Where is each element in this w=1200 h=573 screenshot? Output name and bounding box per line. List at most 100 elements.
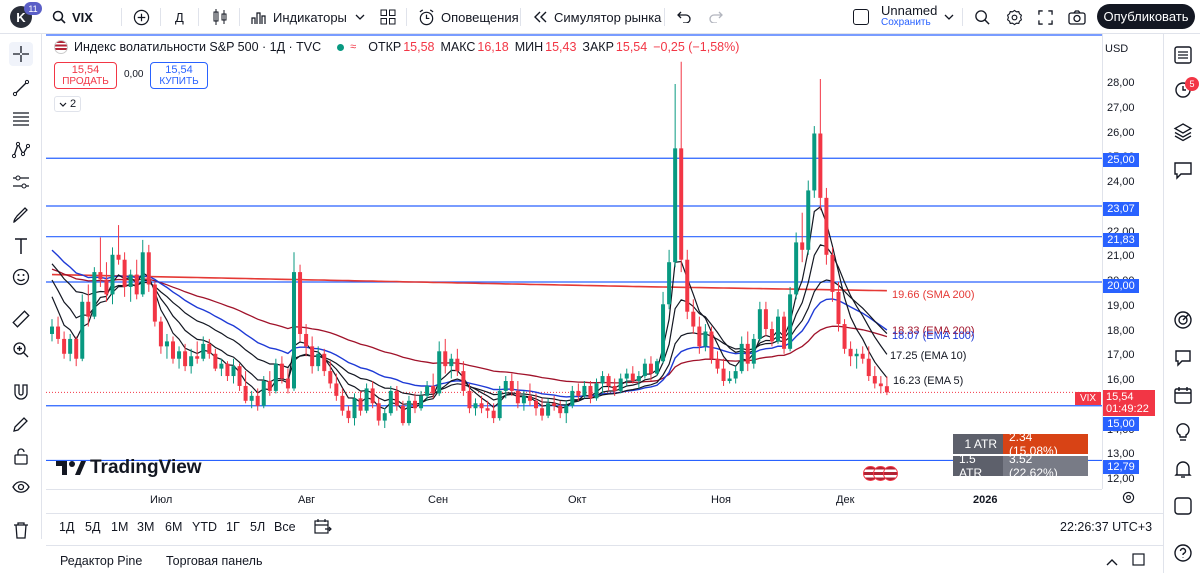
interval-button[interactable]: Д	[175, 0, 184, 34]
panel-expand-button[interactable]	[1106, 555, 1118, 569]
candle-body	[503, 381, 508, 391]
help-button[interactable]	[1171, 494, 1195, 518]
redo-button[interactable]	[709, 0, 723, 34]
candle-body	[237, 366, 242, 386]
goto-date-button[interactable]	[314, 518, 332, 537]
undo-button[interactable]	[677, 0, 691, 34]
hide-drawings-tool[interactable]	[9, 475, 33, 499]
price-axis-settings[interactable]	[1122, 491, 1135, 507]
candle-body	[691, 311, 696, 327]
lock-pencil-tool[interactable]	[9, 412, 33, 436]
price-label: 21,00	[1107, 250, 1135, 263]
magnet-tool[interactable]	[9, 380, 33, 404]
layout-dropdown[interactable]	[944, 0, 954, 34]
candle-body	[406, 400, 411, 424]
range-5y[interactable]: 5Л	[250, 520, 265, 534]
fib-lines-icon	[13, 112, 29, 126]
brush-tool[interactable]	[9, 203, 33, 227]
time-label-year: 2026	[973, 494, 998, 506]
candle-body	[413, 400, 417, 409]
candle-body	[515, 390, 520, 404]
time-axis[interactable]: Июл Авг Сен Окт Ноя Дек 2026	[46, 489, 1102, 509]
buy-button[interactable]: 15,54 КУПИТЬ	[150, 62, 208, 89]
layouts-button[interactable]	[380, 0, 396, 34]
sell-button[interactable]: 15,54 ПРОДАТЬ	[54, 62, 117, 89]
pattern-tool[interactable]	[9, 138, 33, 162]
indicators-dropdown[interactable]	[355, 0, 365, 34]
candle-body	[122, 259, 127, 287]
replay-button[interactable]: Симулятор рынка	[532, 0, 661, 34]
remove-drawings-tool[interactable]	[9, 518, 33, 542]
publish-button[interactable]: Опубликовать	[1097, 4, 1195, 29]
range-1y[interactable]: 1Г	[226, 520, 240, 534]
range-all[interactable]: Все	[274, 520, 296, 534]
emoji-tool[interactable]	[9, 265, 33, 289]
range-5d[interactable]: 5Д	[85, 520, 100, 534]
currency-selector[interactable]: USD	[1105, 43, 1128, 55]
candle-body	[842, 324, 847, 349]
symbol-search[interactable]: VIX	[52, 0, 93, 34]
indicators-collapse-button[interactable]: 2	[54, 96, 81, 112]
alerts-button[interactable]: Оповещения	[418, 0, 519, 34]
ideas-button[interactable]	[1171, 421, 1195, 445]
fib-tool[interactable]	[9, 107, 33, 131]
symbol-name: VIX	[72, 9, 93, 25]
range-ytd[interactable]: YTD	[192, 520, 217, 534]
range-3m[interactable]: 3М	[137, 520, 154, 534]
panel-maximize-button[interactable]	[1132, 553, 1145, 569]
watchlist-button[interactable]	[1171, 43, 1195, 67]
help-circle-button[interactable]	[1171, 541, 1195, 565]
hotlists-button[interactable]	[1171, 457, 1195, 481]
level-tag: 15,00	[1103, 417, 1139, 431]
object-tree-button[interactable]	[1171, 120, 1195, 144]
candle-body	[292, 272, 296, 389]
candle-body	[467, 390, 472, 409]
zoom-tool[interactable]	[9, 338, 33, 362]
data-window-button[interactable]	[1171, 346, 1195, 370]
quick-search-button[interactable]	[974, 0, 991, 34]
tab-pine-editor[interactable]: Редактор Pine	[60, 554, 142, 568]
candle-body	[848, 348, 853, 357]
candle-body	[673, 148, 678, 263]
grid-icon	[380, 9, 396, 25]
smile-icon	[12, 268, 30, 286]
text-tool[interactable]	[9, 234, 33, 258]
signals-button[interactable]	[1171, 308, 1195, 332]
candle-body	[346, 410, 351, 419]
trendline-icon	[12, 79, 30, 97]
lock-drawings-tool[interactable]	[9, 444, 33, 468]
snapshot-button[interactable]	[1068, 0, 1086, 34]
candle-body	[134, 274, 139, 295]
crosshair-tool[interactable]	[9, 42, 33, 66]
candle-body	[128, 274, 133, 287]
range-1m[interactable]: 1М	[111, 520, 128, 534]
chart-type-button[interactable]	[212, 0, 228, 34]
candle-body	[322, 353, 327, 372]
layout-name[interactable]: Unnamed Сохранить	[881, 0, 937, 34]
tab-trading-panel[interactable]: Торговая панель	[166, 554, 262, 568]
prediction-tool[interactable]	[9, 170, 33, 194]
candle-body	[757, 309, 762, 339]
compare-symbol-button[interactable]	[133, 0, 150, 34]
ruler-tool[interactable]	[9, 307, 33, 331]
fullscreen-button[interactable]	[1038, 0, 1053, 34]
chat-button[interactable]	[1171, 158, 1195, 182]
price-chart[interactable]	[46, 34, 1102, 489]
trendline-tool[interactable]	[9, 76, 33, 100]
calendar-button[interactable]	[1171, 383, 1195, 407]
candle-body	[751, 338, 756, 364]
clock-timezone[interactable]: 22:26:37 UTC+3	[1060, 520, 1152, 534]
candle-body	[564, 405, 569, 414]
settings-button[interactable]	[1006, 0, 1023, 34]
series-title[interactable]: Индекс волатильности S&P 500 · 1Д · TVC	[74, 40, 321, 54]
candle-body	[207, 343, 212, 354]
range-6m[interactable]: 6М	[165, 520, 182, 534]
close-label: ЗАКР	[582, 40, 614, 54]
indicators-button[interactable]: Индикаторы	[251, 0, 347, 34]
range-1d[interactable]: 1Д	[59, 520, 74, 534]
candle-body	[836, 291, 841, 325]
candle-body	[763, 309, 768, 330]
layout-save-status: Сохранить	[881, 17, 931, 28]
layout-checkbox[interactable]	[853, 0, 869, 34]
economic-events-icons[interactable]	[863, 466, 898, 481]
